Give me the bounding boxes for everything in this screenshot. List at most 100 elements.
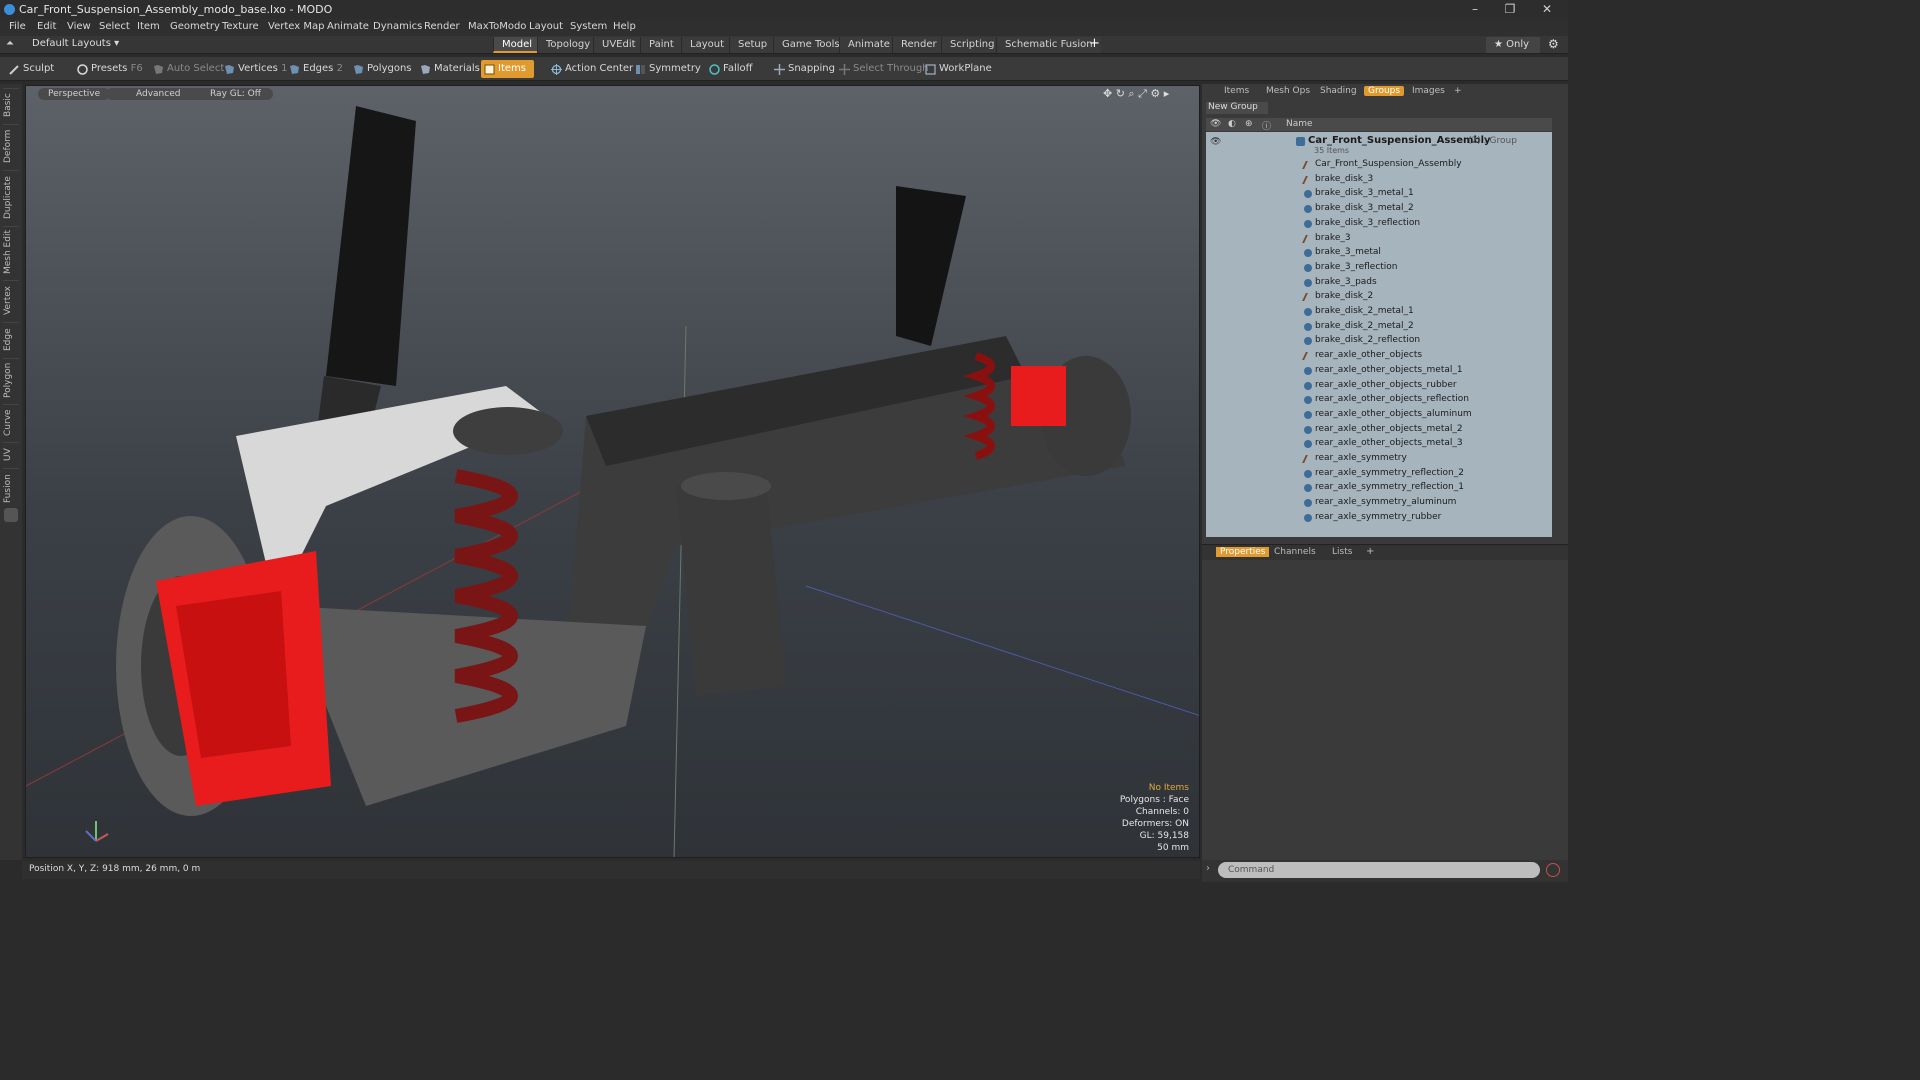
tab-lists[interactable]: Lists	[1332, 547, 1352, 557]
tab-properties[interactable]: Properties	[1216, 547, 1270, 557]
falloff-button[interactable]: Falloff	[706, 60, 753, 78]
list-item[interactable]: rear_axle_other_objects_reflection	[1206, 393, 1552, 407]
menu-view[interactable]: View	[67, 21, 91, 32]
group-row[interactable]: 👁 Car_Front_Suspension_Assembly (2) : Gr…	[1206, 134, 1552, 156]
tab-uv[interactable]: UV	[3, 442, 19, 466]
list-item[interactable]: rear_axle_other_objects_metal_2	[1206, 423, 1552, 437]
tab-mesh-ops[interactable]: Mesh Ops	[1266, 86, 1310, 96]
lock-icon[interactable]: ⊕	[1245, 119, 1253, 129]
list-item[interactable]: brake_disk_2_metal_1	[1206, 305, 1552, 319]
materials-button[interactable]: Materials	[417, 60, 480, 78]
tab-model[interactable]: Model	[493, 37, 541, 53]
list-item[interactable]: brake_disk_2	[1206, 290, 1552, 304]
action-center-button[interactable]: Action Center	[548, 60, 633, 78]
menu-texture[interactable]: Texture	[222, 21, 259, 32]
list-item[interactable]: brake_3_reflection	[1206, 261, 1552, 275]
tab-duplicate[interactable]: Duplicate	[3, 170, 19, 224]
menu-vertex-map[interactable]: Vertex Map	[268, 21, 324, 32]
group-visibility-icon[interactable]: 👁	[1210, 137, 1221, 147]
workplane-button[interactable]: WorkPlane	[922, 60, 992, 78]
list-item[interactable]: rear_axle_symmetry	[1206, 452, 1552, 466]
list-item[interactable]: brake_disk_3_reflection	[1206, 217, 1552, 231]
tab-topology[interactable]: Topology	[537, 37, 599, 53]
tab-layout[interactable]: Layout	[681, 37, 732, 53]
list-item[interactable]: rear_axle_other_objects_aluminum	[1206, 408, 1552, 422]
gear-icon[interactable]: ⚙	[1548, 37, 1559, 51]
layouts-arrow-icon[interactable]: ⏶	[6, 38, 14, 49]
tab-schematic-fusion[interactable]: Schematic Fusion	[996, 37, 1101, 53]
auto-select-button[interactable]: Auto Select	[150, 60, 224, 78]
command-stop-icon[interactable]	[1546, 863, 1560, 877]
default-layouts-dropdown[interactable]: Default Layouts ▾	[32, 38, 119, 49]
command-input[interactable]: Command	[1218, 862, 1540, 878]
tab-edge[interactable]: Edge	[3, 322, 19, 356]
new-group-button[interactable]: New Group	[1206, 102, 1268, 114]
group-list[interactable]: 👁 Car_Front_Suspension_Assembly (2) : Gr…	[1206, 132, 1552, 537]
tab-render[interactable]: Render	[892, 37, 945, 53]
snapping-button[interactable]: Snapping	[771, 60, 835, 78]
add-tab-icon[interactable]: +	[1089, 36, 1100, 51]
select-through-button[interactable]: Select Through	[836, 60, 929, 78]
menu-file[interactable]: File	[9, 21, 26, 32]
eye-icon[interactable]: 👁	[1210, 119, 1221, 129]
list-item[interactable]: rear_axle_other_objects_metal_3	[1206, 437, 1552, 451]
tab-basic[interactable]: Basic	[3, 88, 19, 122]
tab-scripting[interactable]: Scripting	[941, 37, 1003, 53]
tab-deform[interactable]: Deform	[3, 124, 19, 168]
only-toggle[interactable]: ★ Only	[1486, 37, 1540, 53]
menu-dynamics[interactable]: Dynamics	[373, 21, 422, 32]
tab-vertex[interactable]: Vertex	[3, 280, 19, 320]
tab-setup[interactable]: Setup	[729, 37, 776, 53]
tab-uvedit[interactable]: UVEdit	[593, 37, 644, 53]
menu-system[interactable]: System	[570, 21, 607, 32]
list-item[interactable]: Car_Front_Suspension_Assembly	[1206, 158, 1552, 172]
presets-button[interactable]: Presets F6	[74, 60, 143, 78]
list-item[interactable]: rear_axle_other_objects_rubber	[1206, 379, 1552, 393]
menu-select[interactable]: Select	[99, 21, 130, 32]
polygons-button[interactable]: Polygons	[350, 60, 412, 78]
minimize-icon[interactable]: –	[1460, 1, 1490, 17]
close-icon[interactable]: ✕	[1532, 1, 1562, 17]
3d-viewport[interactable]: Perspective Advanced Ray GL: Off ✥ ↻ ⌕ ⤢…	[25, 85, 1200, 858]
list-item[interactable]: brake_disk_3_metal_2	[1206, 202, 1552, 216]
vertices-button[interactable]: Vertices 1	[221, 60, 287, 78]
restore-icon[interactable]: ❐	[1495, 1, 1525, 17]
select-icon[interactable]: ⓘ	[1262, 119, 1271, 132]
tab-game-tools[interactable]: Game Tools	[773, 37, 848, 53]
list-item[interactable]: brake_3	[1206, 232, 1552, 246]
tab-fusion[interactable]: Fusion	[3, 468, 19, 508]
tab-groups[interactable]: Groups	[1364, 86, 1405, 96]
symmetry-button[interactable]: Symmetry	[632, 60, 701, 78]
tab-paint[interactable]: Paint	[640, 37, 682, 53]
list-item[interactable]: rear_axle_symmetry_aluminum	[1206, 496, 1552, 510]
tab-shading[interactable]: Shading	[1320, 86, 1357, 96]
edges-button[interactable]: Edges 2	[286, 60, 343, 78]
list-item[interactable]: rear_axle_symmetry_reflection_1	[1206, 481, 1552, 495]
menu-geometry[interactable]: Geometry	[170, 21, 220, 32]
list-item[interactable]: rear_axle_symmetry_rubber	[1206, 511, 1552, 525]
list-item[interactable]: brake_disk_2_reflection	[1206, 334, 1552, 348]
tab-curve[interactable]: Curve	[3, 404, 19, 440]
menu-layout[interactable]: Layout	[529, 21, 563, 32]
tab-mesh-edit[interactable]: Mesh Edit	[3, 226, 19, 278]
list-item[interactable]: brake_3_metal	[1206, 246, 1552, 260]
tab-polygon[interactable]: Polygon	[3, 358, 19, 402]
tab-animate[interactable]: Animate	[839, 37, 898, 53]
menu-maxtomodo[interactable]: MaxToModo	[468, 21, 526, 32]
list-item[interactable]: brake_disk_2_metal_2	[1206, 320, 1552, 334]
render-icon[interactable]: ◐	[1228, 119, 1236, 129]
list-item[interactable]: brake_3_pads	[1206, 276, 1552, 290]
tab-expand-icon[interactable]	[4, 508, 18, 522]
add-bottom-tab-icon[interactable]: +	[1366, 546, 1374, 557]
tab-channels[interactable]: Channels	[1274, 547, 1316, 557]
list-item[interactable]: rear_axle_other_objects	[1206, 349, 1552, 363]
list-item[interactable]: brake_disk_3	[1206, 173, 1552, 187]
menu-edit[interactable]: Edit	[37, 21, 56, 32]
add-panel-tab-icon[interactable]: +	[1454, 86, 1462, 96]
menu-item[interactable]: Item	[137, 21, 160, 32]
name-column-header[interactable]: Name	[1286, 119, 1313, 129]
list-item[interactable]: rear_axle_symmetry_reflection_2	[1206, 467, 1552, 481]
tab-items[interactable]: Items	[1224, 86, 1249, 96]
list-item[interactable]: rear_axle_other_objects_metal_1	[1206, 364, 1552, 378]
menu-render[interactable]: Render	[424, 21, 460, 32]
